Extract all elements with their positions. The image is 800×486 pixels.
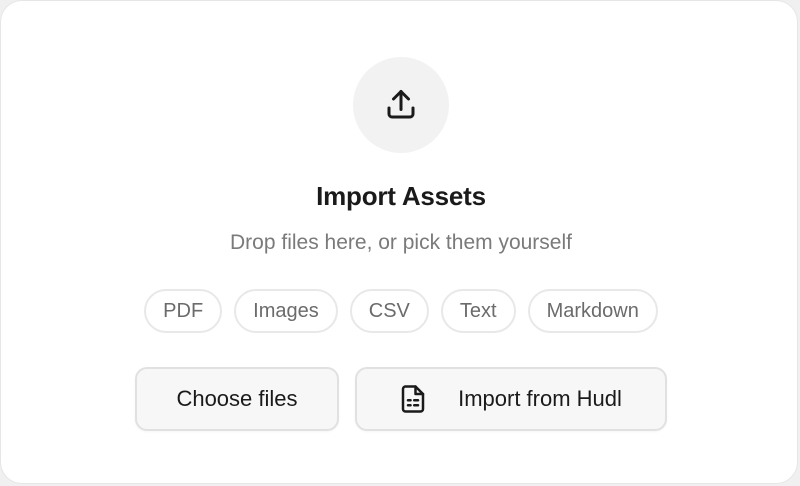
file-type-chip-csv[interactable]: CSV: [349, 289, 429, 333]
import-from-hudl-label: Import from Hudl: [458, 386, 622, 411]
file-type-chip-pdf[interactable]: PDF: [144, 289, 223, 333]
import-from-hudl-button[interactable]: Import from Hudl: [355, 367, 667, 431]
dropzone-title: Import Assets: [316, 181, 486, 211]
file-type-chip-images[interactable]: Images: [234, 289, 338, 333]
file-type-chip-text[interactable]: Text: [440, 289, 516, 333]
import-assets-card[interactable]: Import Assets Drop files here, or pick t…: [0, 0, 798, 484]
choose-files-button[interactable]: Choose files: [135, 367, 339, 431]
upload-tray-icon: [387, 90, 415, 119]
file-type-chips: PDF Images CSV Text Markdown: [1, 289, 800, 333]
dropzone-subtitle: Drop files here, or pick them yourself: [230, 231, 572, 254]
document-icon: [401, 385, 425, 413]
dropzone-actions: Choose files Import from Hudl: [135, 367, 667, 431]
upload-icon-badge: [353, 57, 449, 153]
file-type-chip-markdown[interactable]: Markdown: [527, 289, 658, 333]
choose-files-label: Choose files: [176, 386, 298, 411]
